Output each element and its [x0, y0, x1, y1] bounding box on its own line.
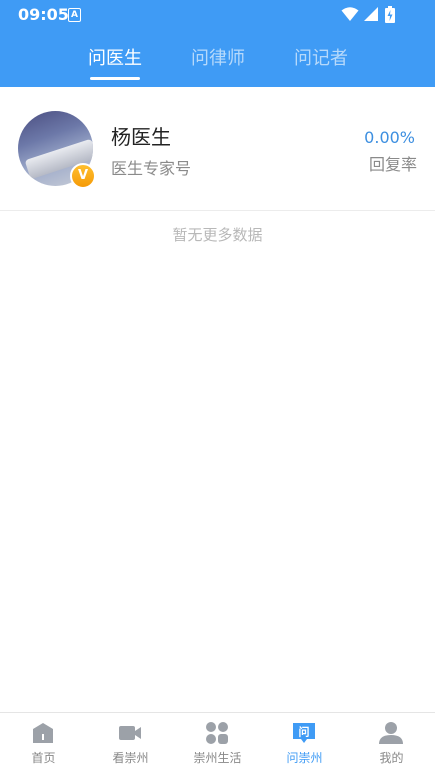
- ask-chat-icon: 问: [293, 723, 315, 743]
- notification-icon: A: [68, 8, 81, 22]
- tab-ask-doctor[interactable]: 问医生: [65, 44, 165, 80]
- tab-ask-lawyer[interactable]: 问律师: [168, 44, 268, 70]
- tab-label: 问律师: [191, 48, 245, 69]
- nav-label: 首页: [31, 751, 56, 765]
- tab-label: 问记者: [294, 48, 348, 69]
- user-profile-icon: [379, 722, 403, 744]
- status-bar: 09:05 A: [0, 0, 435, 30]
- bottom-nav: 首页 看崇州 崇州生活 问 问崇州 我的: [0, 712, 435, 774]
- nav-item-mine[interactable]: 我的: [348, 713, 435, 774]
- battery-icon: [385, 6, 395, 23]
- video-camera-icon: [119, 726, 141, 740]
- doctor-subtitle: 医生专家号: [111, 159, 192, 178]
- nav-item-watch[interactable]: 看崇州: [87, 713, 174, 774]
- nav-item-life[interactable]: 崇州生活: [174, 713, 261, 774]
- reply-rate-label: 回复率: [368, 155, 417, 174]
- svg-text:问: 问: [299, 725, 310, 739]
- doctor-list-item[interactable]: V 杨医生 医生专家号 0.00% 回复率: [0, 87, 435, 211]
- home-icon: [33, 723, 53, 743]
- active-tab-indicator: [90, 77, 140, 80]
- cellular-signal-icon: [364, 7, 378, 21]
- tab-ask-reporter[interactable]: 问记者: [271, 44, 371, 70]
- category-tabs: 问医生 问律师 问记者: [0, 44, 435, 84]
- verified-badge-icon: V: [70, 163, 96, 189]
- nav-item-ask[interactable]: 问 问崇州: [261, 713, 348, 774]
- nav-label: 问崇州: [286, 751, 323, 765]
- apps-grid-icon: [206, 722, 228, 744]
- nav-label: 崇州生活: [193, 751, 242, 765]
- list-end-message: 暂无更多数据: [172, 226, 263, 244]
- nav-item-home[interactable]: 首页: [0, 713, 87, 774]
- reply-rate-value: 0.00%: [364, 128, 415, 147]
- nav-label: 我的: [379, 751, 404, 765]
- status-time: 09:05: [18, 5, 69, 24]
- tab-label: 问医生: [88, 48, 142, 69]
- wifi-icon: [341, 7, 359, 21]
- doctor-name: 杨医生: [111, 125, 171, 149]
- app-header: 09:05 A 问医生 问律师 问记者: [0, 0, 435, 87]
- nav-label: 看崇州: [112, 751, 149, 765]
